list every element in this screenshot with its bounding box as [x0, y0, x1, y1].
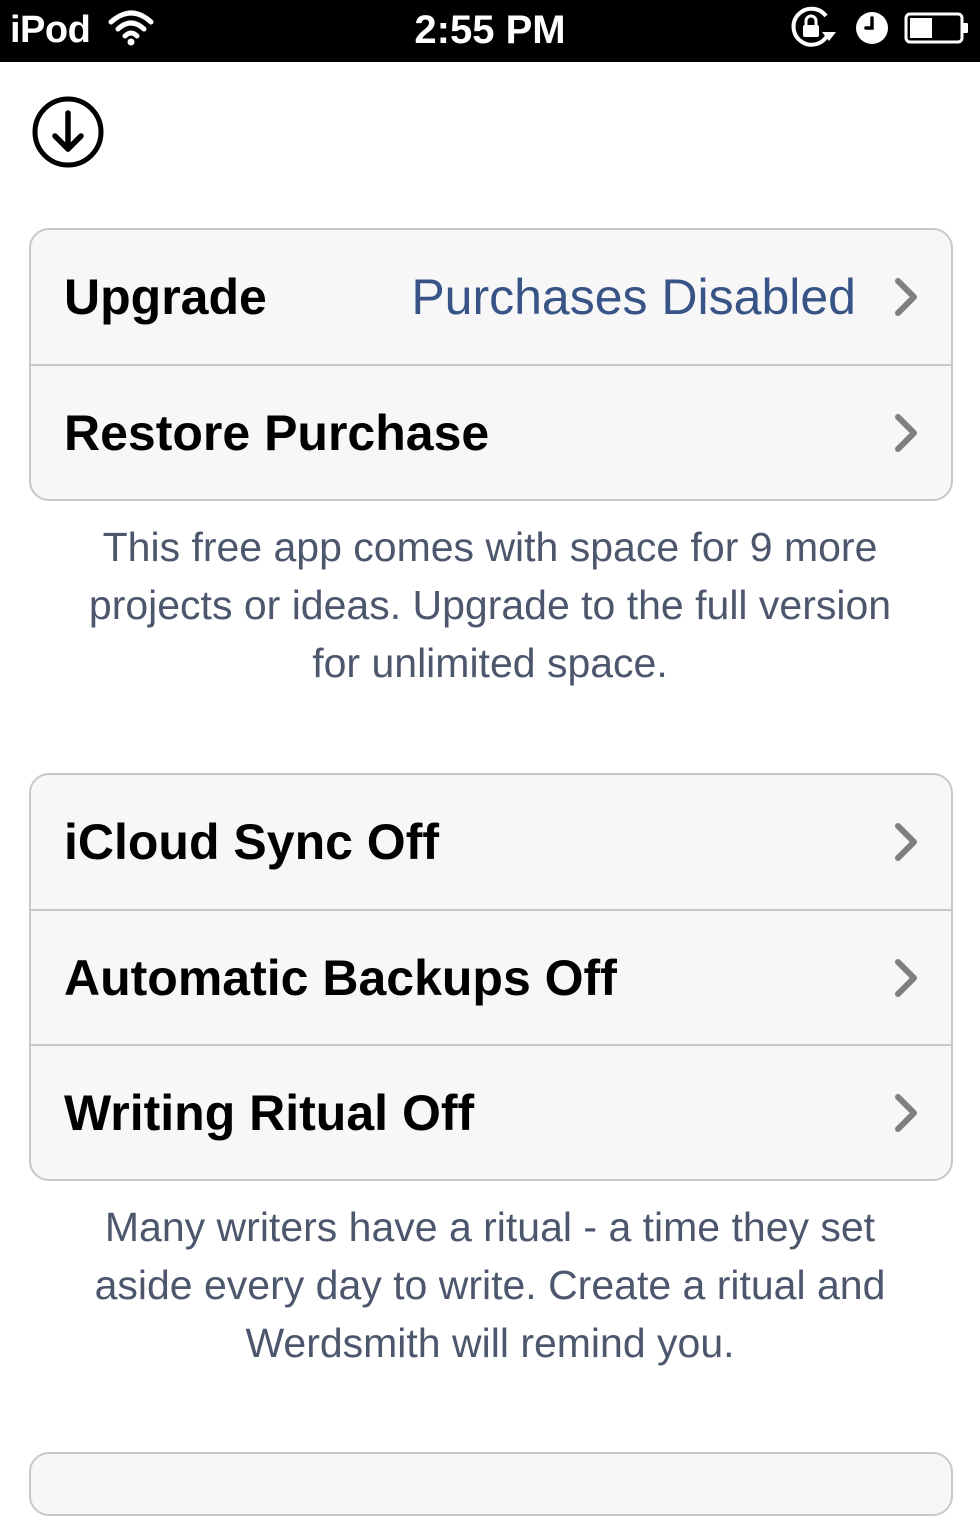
upgrade-row[interactable]: Upgrade Purchases Disabled	[31, 230, 951, 364]
battery-icon	[904, 11, 970, 50]
icloud-sync-row[interactable]: iCloud Sync Off	[31, 775, 951, 909]
purchase-footer-text: This free app comes with space for 9 mor…	[88, 524, 892, 686]
next-group-partial	[29, 1452, 953, 1516]
chevron-right-icon	[895, 413, 917, 452]
writing-ritual-label: Writing Ritual Off	[64, 1084, 475, 1141]
alarm-clock-icon	[854, 10, 890, 51]
upgrade-label: Upgrade	[64, 269, 267, 325]
status-bar: iPod 2:55 PM	[0, 0, 980, 62]
dismiss-button[interactable]	[30, 94, 106, 170]
writing-ritual-row[interactable]: Writing Ritual Off	[31, 1044, 951, 1179]
chevron-right-icon	[895, 958, 917, 997]
arrow-down-circle-icon	[32, 96, 104, 168]
settings-group: iCloud Sync Off Automatic Backups Off Wr…	[29, 773, 953, 1181]
restore-purchase-row[interactable]: Restore Purchase	[31, 364, 951, 499]
chevron-right-icon	[895, 823, 917, 861]
upgrade-status-value: Purchases Disabled	[411, 269, 856, 325]
status-right	[788, 6, 970, 54]
purchase-group: Upgrade Purchases Disabled Restore Purch…	[29, 228, 953, 501]
automatic-backups-row[interactable]: Automatic Backups Off	[31, 909, 951, 1044]
icloud-sync-label: iCloud Sync Off	[64, 814, 439, 870]
automatic-backups-label: Automatic Backups Off	[64, 949, 617, 1006]
chevron-right-icon	[895, 278, 917, 316]
chevron-right-icon	[895, 1093, 917, 1132]
settings-sheet: Upgrade Purchases Disabled Restore Purch…	[0, 62, 980, 1516]
restore-purchase-label: Restore Purchase	[64, 404, 490, 461]
settings-footer-text: Many writers have a ritual - a time they…	[94, 1204, 886, 1366]
rotation-lock-icon	[788, 6, 840, 55]
